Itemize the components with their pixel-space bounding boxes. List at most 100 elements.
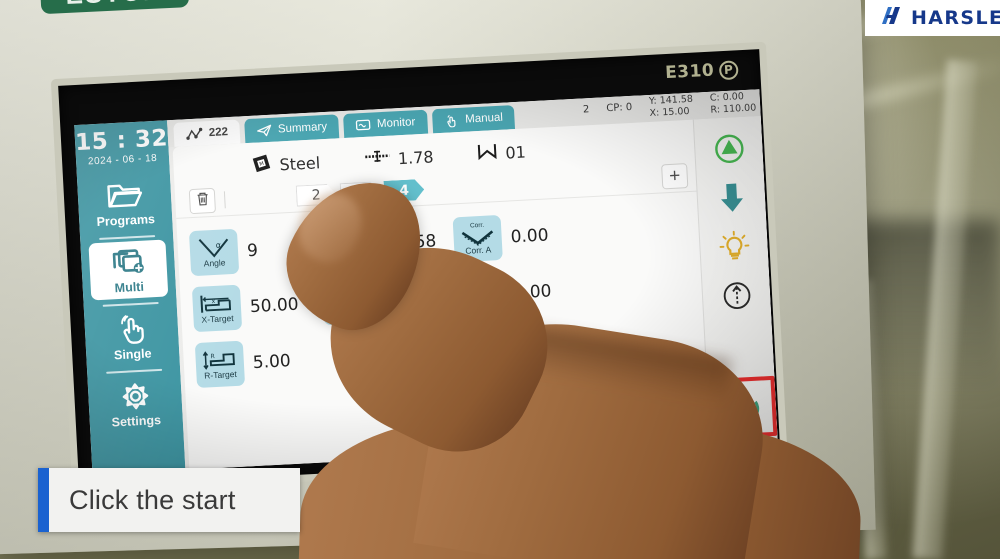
- x-target-value: 50.00: [249, 294, 300, 317]
- angle-tile-label: Angle: [203, 257, 226, 269]
- corr-c-value: 0.00: [513, 280, 552, 303]
- monitor-screen-icon: [356, 118, 372, 132]
- e310-model-badge: E310 P: [665, 59, 739, 83]
- p-mark-icon: P: [718, 59, 739, 80]
- start-button[interactable]: Start: [713, 381, 773, 434]
- param-r-target[interactable]: R R-Target 5.00: [194, 333, 316, 392]
- thickness-item[interactable]: 1.78: [363, 146, 434, 171]
- y-target-icon: Y Target: [318, 221, 370, 270]
- sidebar-label-single: Single: [113, 346, 152, 363]
- svg-text:R: R: [210, 353, 215, 360]
- corr-angle-icon: Corr. Corr. A: [452, 214, 503, 263]
- x-target-icon: x X-Target: [191, 284, 243, 333]
- content-panel: M Steel 1.78 01 2 3 4 + α Angle 9 Y Targ…: [172, 116, 778, 470]
- sidebar-label-programs: Programs: [96, 212, 156, 230]
- lightbulb-icon[interactable]: [712, 227, 756, 267]
- screenshot-root: ESTUN E310 P 15 : 32 2024 - 06 - 18: [0, 0, 1000, 559]
- start-label: Start: [731, 401, 755, 414]
- corr-c-tile-label: Corr. C: [467, 299, 495, 312]
- status-yx: Y: 141.58 X: 15.00: [649, 94, 694, 120]
- add-step-button[interactable]: +: [661, 163, 689, 190]
- param-corr-a[interactable]: Corr. Corr. A 0.00: [452, 207, 585, 267]
- thickness-gauge-icon: [363, 148, 390, 170]
- sidebar: 15 : 32 2024 - 06 - 18 Programs Multi Si…: [74, 120, 186, 475]
- angle-value: 9: [246, 240, 259, 261]
- retract-value: 5.00: [379, 287, 419, 310]
- status-r: R: 110.00: [710, 102, 757, 116]
- status-cr: C: 0.00 R: 110.00: [710, 90, 757, 116]
- clock-time: 15 : 32: [74, 125, 169, 157]
- bend-count-icon: [477, 142, 498, 166]
- folder-icon: [85, 177, 164, 215]
- svg-text:α: α: [215, 241, 221, 250]
- trash-icon: [195, 191, 209, 212]
- param-retract[interactable]: 5.00: [321, 270, 446, 329]
- caption-banner: Click the start: [38, 468, 300, 532]
- e310-text: E310: [664, 60, 715, 84]
- gear-icon: [96, 377, 175, 415]
- sidebar-label-multi: Multi: [114, 279, 145, 296]
- tab-label-manual: Manual: [464, 111, 504, 126]
- multi-copy-icon: [89, 243, 168, 281]
- steps-divider: [223, 191, 226, 209]
- material-steel-icon: M: [251, 152, 272, 178]
- r-target-value: 5.00: [252, 350, 292, 373]
- sidebar-item-settings[interactable]: Settings: [95, 373, 175, 434]
- step-chip-4[interactable]: 4: [384, 179, 425, 202]
- status-x: X: 15.00: [649, 105, 690, 119]
- param-corr-c[interactable]: Corr. Corr. C 0.00: [455, 263, 588, 323]
- param-x-target[interactable]: x X-Target 50.00: [191, 277, 313, 336]
- harsle-watermark: HARSLE: [865, 0, 1000, 36]
- main-area: 222 Summary Monitor Manual 2 CP: 0 Y: 14…: [167, 89, 778, 470]
- harsle-logo-icon: [879, 4, 905, 33]
- step-chip-2[interactable]: 2: [296, 184, 337, 207]
- sidebar-label-settings: Settings: [111, 412, 162, 430]
- up-triangle-circle-icon[interactable]: [707, 129, 751, 169]
- status-cp: CP: 0: [606, 101, 633, 115]
- svg-text:Y: Y: [344, 232, 349, 239]
- r-target-icon: R R-Target: [194, 340, 246, 389]
- sidebar-item-multi[interactable]: Multi: [88, 239, 169, 301]
- caption-accent-bar: [38, 468, 49, 532]
- corr-a-value: 0.00: [510, 224, 549, 247]
- harsle-text: HARSLE: [911, 7, 1000, 29]
- r-target-tile-label: R-Target: [203, 368, 238, 381]
- delete-step-button[interactable]: [188, 187, 217, 215]
- screen-bezel: E310 P 15 : 32 2024 - 06 - 18 Programs M…: [50, 41, 788, 494]
- angle-alpha-icon: α Angle: [188, 228, 240, 277]
- corr-a-tile-label: Corr. A: [465, 244, 492, 256]
- hmi-screen: 15 : 32 2024 - 06 - 18 Programs Multi Si…: [74, 89, 778, 475]
- corr-a-top-label: Corr.: [469, 221, 485, 230]
- tab-label-222: 222: [208, 126, 229, 140]
- paper-plane-icon: [257, 123, 273, 137]
- sidebar-divider: [98, 235, 155, 240]
- down-arrow-icon[interactable]: [709, 178, 753, 218]
- hand-manual-icon: [444, 113, 460, 128]
- thickness-value: 1.78: [397, 146, 435, 168]
- step-chevrons: 2 3 4: [296, 179, 429, 207]
- step-chip-3[interactable]: 3: [340, 181, 381, 204]
- up-arrow-dashed-circle-icon[interactable]: [715, 276, 759, 316]
- retract-icon: [321, 277, 372, 326]
- param-y-target[interactable]: Y Target 141.58: [318, 214, 444, 273]
- tab-program-222[interactable]: 222: [173, 119, 241, 147]
- material-value: Steel: [279, 152, 321, 174]
- sidebar-item-single[interactable]: Single: [92, 306, 172, 367]
- corr-crowning-icon: Corr. Corr. C: [455, 270, 506, 319]
- x-target-tile-label: X-Target: [201, 313, 234, 325]
- sidebar-divider: [105, 368, 162, 374]
- caption-text: Click the start: [69, 484, 236, 515]
- y-target-tile-label: Target: [332, 250, 357, 262]
- parameter-grid: α Angle 9 Y Target 141.58 Corr. Corr. A …: [176, 192, 705, 393]
- clock: 15 : 32 2024 - 06 - 18: [75, 125, 170, 168]
- hand-tap-icon: [92, 310, 171, 348]
- param-angle[interactable]: α Angle 9: [188, 221, 310, 280]
- tab-label-monitor: Monitor: [376, 116, 416, 131]
- content-left: M Steel 1.78 01 2 3 4 + α Angle 9 Y Targ…: [172, 120, 709, 470]
- sidebar-item-programs[interactable]: Programs: [85, 173, 165, 234]
- bend-count-item[interactable]: 01: [477, 140, 526, 165]
- y-target-value: 141.58: [376, 230, 437, 254]
- material-item[interactable]: M Steel: [251, 150, 321, 179]
- corr-c-top-label: Corr.: [472, 278, 488, 286]
- tab-label-summary: Summary: [277, 120, 328, 136]
